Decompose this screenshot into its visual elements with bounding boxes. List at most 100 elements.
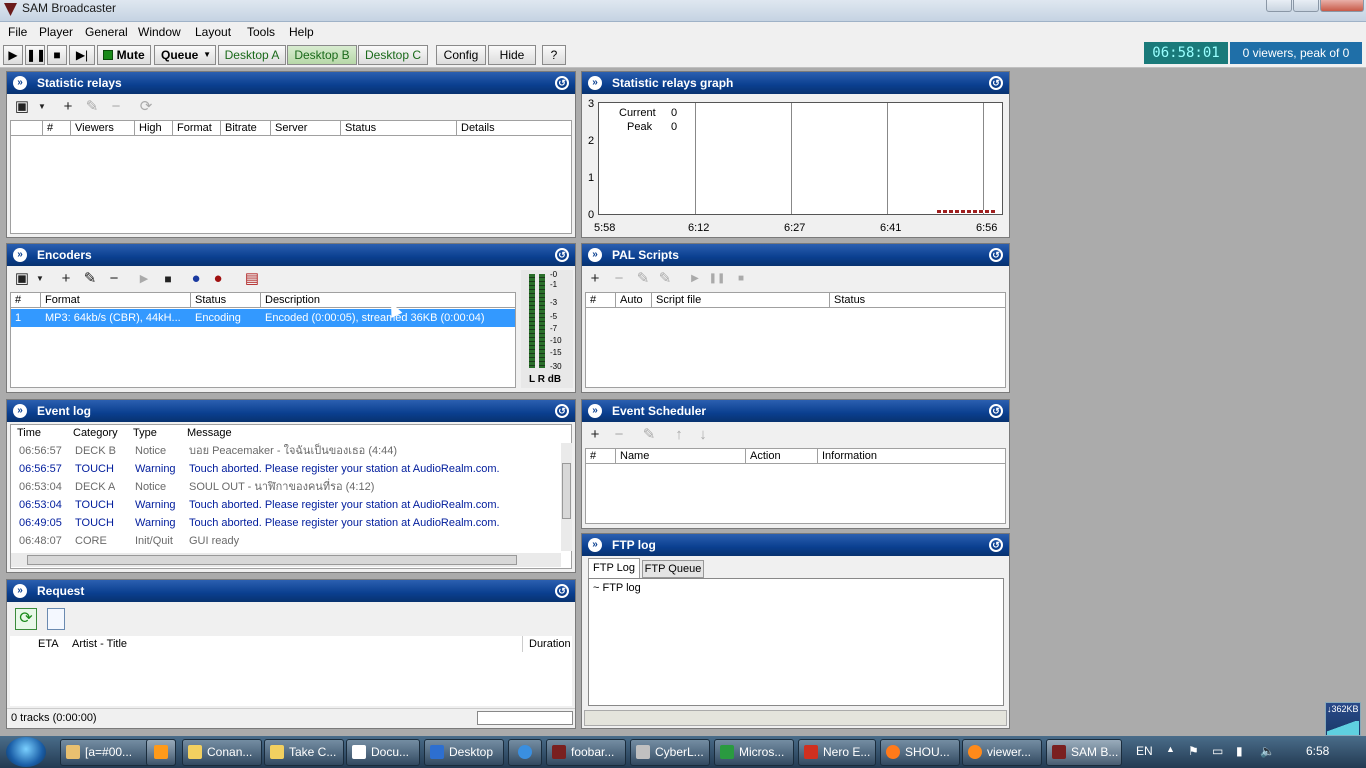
volume-icon[interactable]: 🔈 [1260,744,1275,758]
remove-icon[interactable]: − [105,270,123,288]
record-blue-icon[interactable]: ● [187,270,205,288]
taskbar-item-active[interactable]: SAM B... [1046,739,1122,766]
system-clock[interactable]: 6:58 [1306,744,1329,758]
help-button[interactable]: ? [542,45,566,65]
hide-button[interactable]: Hide [488,45,536,65]
mute-button[interactable]: Mute [97,45,151,65]
encoders-list[interactable]: 1 MP3: 64kb/s (CBR), 44kH... Encoding En… [10,308,516,388]
col-num[interactable]: # [11,293,41,308]
monitor-icon[interactable]: ▣ [13,270,31,288]
next-button[interactable]: ▶| [69,45,95,65]
table-row[interactable]: 1 MP3: 64kb/s (CBR), 44kH... Encoding En… [11,309,515,327]
col-high[interactable]: High [135,121,173,136]
menu-help[interactable]: Help [289,25,314,39]
col-duration[interactable]: Duration [522,636,571,652]
col-server[interactable]: Server [271,121,341,136]
col-num[interactable]: # [586,449,616,464]
col-script-file[interactable]: Script file [652,293,830,308]
undock-icon[interactable]: ↺ [989,538,1003,552]
undock-icon[interactable]: ↺ [989,76,1003,90]
taskbar-item[interactable]: Nero E... [798,739,876,766]
chevron-up-icon[interactable]: ▲ [1166,744,1175,754]
col-eta[interactable]: ETA [38,638,59,650]
stop-button[interactable]: ■ [47,45,67,65]
col-category[interactable]: Category [73,427,118,439]
undock-icon[interactable]: ↺ [555,76,569,90]
document-icon[interactable] [47,608,65,630]
col-num[interactable]: # [43,121,71,136]
taskbar-item[interactable]: Docu... [346,739,420,766]
col-information[interactable]: Information [818,449,1007,464]
taskbar-item[interactable]: viewer... [962,739,1042,766]
tab-ftp-log[interactable]: FTP Log [588,558,640,578]
collapse-icon[interactable]: » [13,76,27,90]
col-format[interactable]: Format [41,293,191,308]
refresh-icon[interactable]: ⟳ [15,608,37,630]
menu-layout[interactable]: Layout [195,25,231,39]
col-type[interactable]: Type [133,427,157,439]
request-list[interactable] [10,652,572,706]
scheduler-list[interactable] [585,464,1006,524]
scroll-thumb[interactable] [562,463,571,519]
col-viewers[interactable]: Viewers [71,121,135,136]
collapse-icon[interactable]: » [13,404,27,418]
close-button[interactable] [1320,0,1364,12]
add-icon[interactable]: + [586,426,604,444]
maximize-button[interactable] [1293,0,1319,12]
network-icon[interactable]: ▭ [1212,744,1223,758]
menu-file[interactable]: File [8,25,27,39]
undock-icon[interactable]: ↺ [555,584,569,598]
collapse-icon[interactable]: » [588,76,602,90]
undock-icon[interactable]: ↺ [555,404,569,418]
add-icon[interactable]: + [57,270,75,288]
chevron-down-icon[interactable]: ▼ [33,98,51,116]
event-log-list[interactable]: Time Category Type Message 06:56:57 DECK… [10,424,572,569]
menu-window[interactable]: Window [138,25,181,39]
collapse-icon[interactable]: » [13,584,27,598]
play-button[interactable]: ▶ [3,45,23,65]
col-status[interactable]: Status [341,121,457,136]
desktop-a-button[interactable]: Desktop A [218,45,286,65]
col-message[interactable]: Message [187,427,232,439]
menu-general[interactable]: General [85,25,128,39]
col-auto[interactable]: Auto [616,293,652,308]
collapse-icon[interactable]: » [13,248,27,262]
horizontal-scrollbar[interactable] [11,553,561,567]
col-details[interactable]: Details [457,121,573,136]
relays-list[interactable] [10,136,572,234]
col-time[interactable]: Time [17,427,41,439]
col-name[interactable]: Name [616,449,746,464]
desktop-b-button[interactable]: Desktop B [287,45,357,65]
col-format[interactable]: Format [173,121,221,136]
language-indicator[interactable]: EN [1136,744,1153,758]
add-icon[interactable]: + [59,98,77,116]
taskbar-item[interactable]: Micros... [714,739,794,766]
battery-icon[interactable]: ▮ [1236,744,1243,758]
chevron-down-icon[interactable]: ▼ [31,270,49,288]
col-status[interactable]: Status [830,293,1007,308]
minimize-button[interactable] [1266,0,1292,12]
menu-player[interactable]: Player [39,25,73,39]
scroll-thumb[interactable] [27,555,517,565]
record-red-icon[interactable]: ● [209,270,227,288]
taskbar-item[interactable]: Desktop [424,739,504,766]
taskbar-item[interactable]: SHOU... [880,739,960,766]
flag-icon[interactable]: ⚑ [1188,744,1199,758]
taskbar-item[interactable] [146,739,176,766]
queue-dropdown[interactable]: Queue ▼ [154,45,216,65]
undock-icon[interactable]: ↺ [989,248,1003,262]
monitor-icon[interactable]: ▣ [13,98,31,116]
undock-icon[interactable]: ↺ [989,404,1003,418]
col-status[interactable]: Status [191,293,261,308]
col-num[interactable]: # [586,293,616,308]
col-bitrate[interactable]: Bitrate [221,121,271,136]
pal-list[interactable] [585,308,1006,388]
add-icon[interactable]: + [586,270,604,288]
ftp-log-content[interactable]: ~ FTP log [588,578,1004,706]
archive-icon[interactable]: ▤ [243,270,261,288]
menu-tools[interactable]: Tools [247,25,275,39]
col-action[interactable]: Action [746,449,818,464]
pause-button[interactable]: ❚❚ [25,45,46,65]
vertical-scrollbar[interactable] [561,443,572,551]
taskbar-item[interactable]: Conan... [182,739,262,766]
